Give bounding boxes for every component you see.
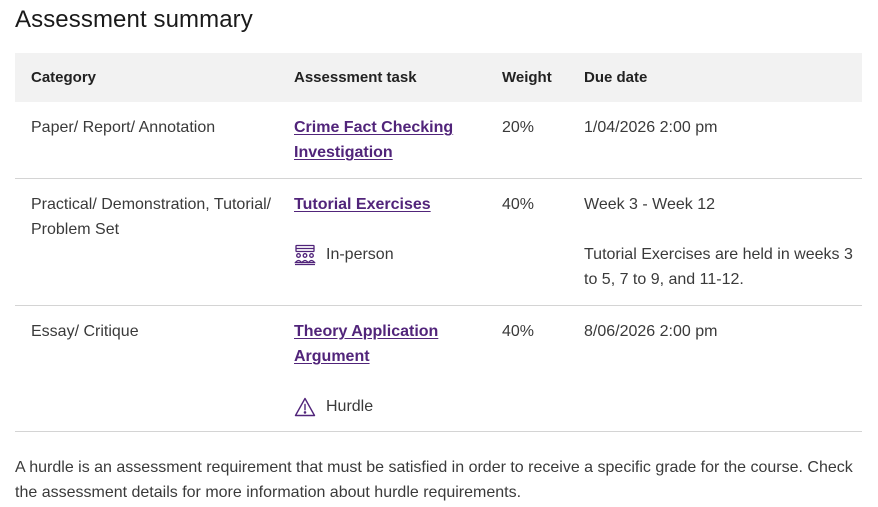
task-link-theory-application[interactable]: Theory Application Argument — [294, 323, 438, 365]
table-row: Essay/ Critique Theory Application Argum… — [15, 306, 862, 432]
column-header-category: Category — [31, 69, 97, 86]
hurdle-footnote: A hurdle is an assessment requirement th… — [15, 459, 853, 501]
task-cell: Crime Fact Checking Investigation — [278, 102, 485, 179]
assessment-summary-section: Assessment summary Category Assessment t… — [0, 0, 878, 507]
in-person-icon — [294, 244, 316, 265]
category-cell: Practical/ Demonstration, Tutorial/ Prob… — [31, 196, 272, 238]
weight-cell: 40% — [502, 323, 535, 340]
task-link-tutorial-exercises[interactable]: Tutorial Exercises — [294, 196, 431, 213]
due-date-note: Tutorial Exercises are held in weeks 3 t… — [584, 246, 853, 288]
weight-cell: 20% — [502, 119, 535, 136]
assessment-table: Category Assessment task Weight Due date… — [15, 53, 862, 432]
category-cell: Essay/ Critique — [31, 323, 139, 340]
hurdle-label: Hurdle — [326, 398, 374, 415]
warning-icon — [294, 397, 316, 416]
delivery-mode-label: In-person — [326, 246, 394, 263]
column-header-weight: Weight — [502, 69, 552, 86]
hurdle-indicator: Hurdle — [294, 394, 485, 419]
category-cell: Paper/ Report/ Annotation — [31, 119, 216, 136]
task-link-crime-fact-checking[interactable]: Crime Fact Checking Investigation — [294, 119, 453, 161]
table-row: Paper/ Report/ Annotation Crime Fact Che… — [15, 102, 862, 179]
due-date-cell: Week 3 - Week 12 Tutorial Exercises are … — [568, 179, 862, 306]
page-title: Assessment summary — [15, 6, 253, 33]
column-header-task: Assessment task — [294, 69, 417, 86]
task-cell: Theory Application Argument Hurdle — [278, 306, 485, 432]
weight-cell: 40% — [502, 196, 535, 213]
due-date-cell: 8/06/2026 2:00 pm — [584, 323, 718, 340]
delivery-mode: In-person — [294, 242, 485, 267]
due-date-cell: 1/04/2026 2:00 pm — [584, 119, 718, 136]
task-cell: Tutorial Exercises In-person — [278, 179, 485, 306]
table-header-row: Category Assessment task Weight Due date — [15, 53, 862, 102]
due-date-range: Week 3 - Week 12 — [584, 196, 716, 213]
table-row: Practical/ Demonstration, Tutorial/ Prob… — [15, 179, 862, 306]
column-header-due-date: Due date — [584, 69, 648, 86]
